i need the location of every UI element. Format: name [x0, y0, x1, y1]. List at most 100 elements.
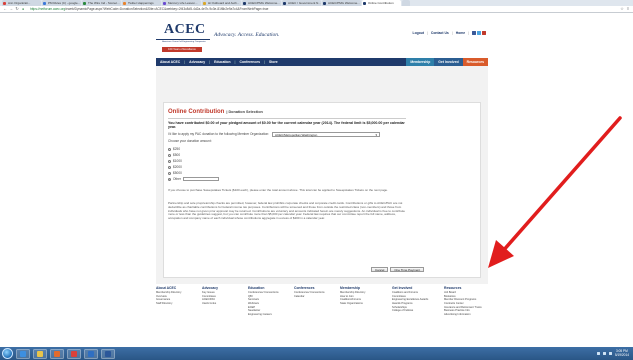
contact-link[interactable]: Contact Us — [431, 31, 449, 35]
start-button[interactable] — [2, 348, 13, 359]
taskbar-clock[interactable]: 3:05 PM 5/19/2014 — [614, 349, 629, 357]
organization-value: ACEC/Metropolitan Washington — [275, 133, 318, 137]
footer-link[interactable]: Calendar — [294, 295, 321, 299]
organization-label: I'd like to apply my PAC donation to the… — [168, 132, 270, 137]
legal-paragraph: Partnership and sole proprietorship chec… — [168, 201, 405, 221]
one-time-payment-button[interactable]: One Time Payment — [390, 267, 425, 272]
acec-logo[interactable]: ACEC American Council of Engineering Com… — [156, 20, 210, 54]
resources-button[interactable]: Resources — [462, 58, 488, 66]
logout-link[interactable]: Logout — [413, 31, 425, 35]
organization-select[interactable]: ACEC/Metropolitan Washington ▾ — [272, 132, 381, 137]
membership-button[interactable]: Membership — [406, 58, 435, 66]
site-footer: About ACEC Membership Directory Overview Go… — [156, 286, 488, 320]
footer-column: Resources Job Board Bookstore Member Discou… — [444, 286, 482, 317]
footer-link[interactable]: College of Fellows — [392, 309, 425, 313]
amount-option-other[interactable]: Other — [168, 177, 219, 181]
reload-icon[interactable]: ↻ — [15, 7, 19, 11]
footer-link[interactable]: Advertising Information — [444, 313, 477, 317]
taskbar-app-word[interactable] — [101, 348, 115, 359]
amount-option[interactable]: $500 — [168, 153, 219, 157]
taskbar-app-media[interactable] — [50, 348, 64, 359]
separator: | — [468, 31, 469, 35]
home-link[interactable]: Home — [456, 31, 465, 35]
tab-favicon-icon — [363, 1, 366, 5]
youtube-icon[interactable] — [482, 31, 486, 35]
footer-column: Conferences Conferences/ Conventions Calen… — [294, 286, 325, 316]
outlook-icon — [88, 350, 94, 357]
separator: | — [427, 31, 428, 35]
radio-button[interactable] — [168, 159, 171, 163]
footer-column: About ACEC Membership Directory Overview Go… — [156, 286, 183, 316]
radio-button[interactable] — [168, 153, 171, 157]
url-scheme: https:// — [30, 6, 40, 11]
radio-button[interactable] — [168, 165, 171, 169]
form-body: Online Contribution | Donation Selection … — [168, 103, 408, 279]
separator: | — [451, 31, 453, 35]
footer-columns: About ACEC Membership Directory Overview Go… — [156, 286, 496, 316]
cancel-button[interactable]: Cancel — [371, 267, 389, 272]
amount-option[interactable]: $250 — [168, 147, 219, 151]
taskbar-app-explorer[interactable] — [33, 348, 47, 359]
flag-icon[interactable] — [608, 352, 612, 355]
footer-heading: Education — [248, 286, 265, 290]
facebook-icon[interactable] — [472, 31, 476, 35]
radio-button-selected[interactable] — [168, 177, 171, 181]
amount-option[interactable]: $1000 — [168, 159, 219, 163]
tab-favicon-icon — [83, 1, 86, 5]
amount-option-label: $1000 — [173, 159, 182, 163]
logo-wordmark: ACEC — [164, 22, 206, 37]
clock-date: 5/19/2014 — [614, 352, 629, 357]
content-area: Online Contribution | Donation Selection … — [156, 66, 488, 284]
url-field[interactable]: https://netforum.acec.org/eweb/DynamicPa… — [27, 7, 618, 12]
amount-option-label: $2000 — [173, 165, 182, 169]
footer-column: Advocacy Key Issues Committees ACEC/PAC Usef… — [202, 286, 229, 316]
footer-link[interactable]: Useful Links — [202, 302, 229, 306]
taskbar-app-ie[interactable] — [16, 348, 30, 359]
address-bar: ← → ↻ ● https://netforum.acec.org/eweb/D… — [0, 6, 633, 13]
footer-heading: About ACEC — [156, 286, 177, 290]
amount-options: $250 $500 $1000 $2000 $5000 Other — [168, 147, 219, 181]
get-involved-button[interactable]: Get Involved — [434, 58, 463, 66]
back-icon[interactable]: ← — [3, 7, 7, 11]
forward-icon[interactable]: → — [9, 7, 13, 11]
footer-column: Membership Membership Directory How to Joi… — [340, 286, 373, 316]
nav-education[interactable]: Education — [210, 60, 234, 64]
volume-icon[interactable] — [602, 352, 606, 355]
nav-store[interactable]: Store — [265, 60, 282, 64]
taskbar-app-chrome[interactable] — [67, 348, 81, 359]
site-tagline: Advocacy. Access. Education. — [214, 32, 280, 38]
footer-link[interactable]: State Organizations — [340, 302, 373, 306]
media-icon — [54, 350, 60, 357]
form-title-text: Online Contribution — [168, 109, 225, 115]
ie-icon — [20, 350, 26, 357]
footer-heading: Advocacy — [202, 286, 219, 290]
amount-option-label: Other — [173, 177, 181, 181]
nav-about[interactable]: About ACEC — [156, 60, 184, 64]
star-icon[interactable]: ☆ — [620, 7, 624, 11]
taskbar-app-outlook[interactable] — [84, 348, 98, 359]
system-tray: 3:05 PM 5/19/2014 — [596, 349, 633, 357]
nav-conferences[interactable]: Conferences — [236, 60, 265, 64]
network-icon[interactable] — [596, 352, 600, 355]
twitter-icon[interactable] — [477, 31, 481, 35]
tab-favicon-icon — [283, 1, 286, 5]
footer-column: Get Involved Coalitions and Forums Committ… — [392, 286, 428, 316]
amount-option[interactable]: $2000 — [168, 165, 219, 169]
radio-button[interactable] — [168, 171, 171, 175]
form-panel: Online Contribution | Donation Selection … — [163, 102, 481, 278]
other-amount-input[interactable] — [182, 177, 219, 181]
title-rule — [168, 118, 406, 119]
logo-badge: 100 Years of Excellence — [162, 47, 202, 52]
footer-link[interactable]: Staff Directory — [156, 302, 183, 306]
nav-advocacy[interactable]: Advocacy — [185, 60, 209, 64]
footer-heading: Get Involved — [392, 286, 413, 290]
menu-icon[interactable]: ≡ — [626, 7, 630, 11]
tab-favicon-icon — [43, 1, 46, 5]
organization-row: I'd like to apply my PAC donation to the… — [168, 132, 381, 137]
tab-favicon-icon — [323, 1, 326, 5]
radio-button[interactable] — [168, 147, 171, 151]
footer-link[interactable]: Engineering Careers — [248, 313, 275, 317]
windows-taskbar: 3:05 PM 5/19/2014 — [0, 347, 633, 360]
footer-heading: Conferences — [294, 286, 315, 290]
amount-option[interactable]: $5000 — [168, 171, 219, 175]
